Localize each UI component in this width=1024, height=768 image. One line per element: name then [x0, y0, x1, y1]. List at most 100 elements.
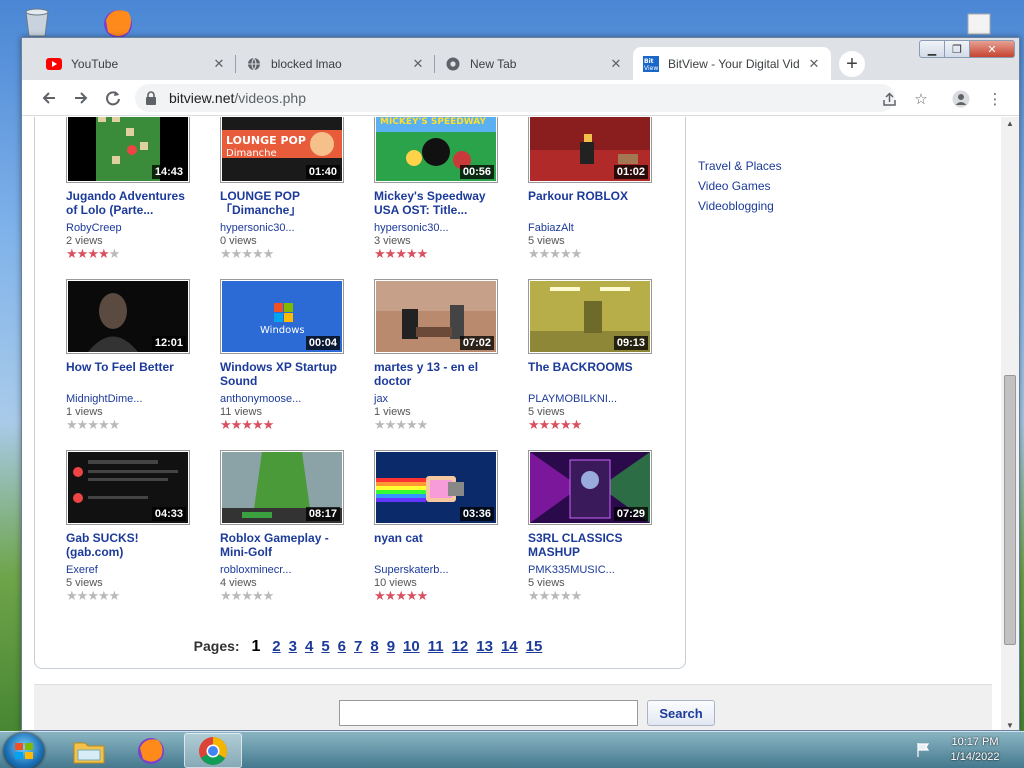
video-uploader-link[interactable]: MidnightDime... [66, 393, 196, 405]
video-title-link[interactable]: Gab SUCKS! (gab.com) [66, 531, 196, 561]
page-link[interactable]: 2 [272, 638, 280, 655]
page-link[interactable]: 5 [321, 638, 329, 655]
taskbar-explorer[interactable] [60, 733, 118, 768]
page-link[interactable]: 9 [387, 638, 395, 655]
taskbar-clock[interactable]: 10:17 PM 1/14/2022 [940, 735, 1010, 765]
minimize-button[interactable]: ▁ [919, 40, 945, 58]
rating-star-icon: ★ [528, 246, 540, 261]
video-thumbnail[interactable]: 03:36 [374, 450, 498, 525]
profile-avatar-icon[interactable] [952, 90, 970, 108]
video-uploader-link[interactable]: hypersonic30... [220, 222, 350, 234]
close-tab-icon[interactable]: ✕ [411, 56, 425, 72]
address-bar[interactable]: bitview.net/videos.php [135, 84, 895, 112]
firefox-desktop-icon[interactable] [98, 6, 138, 40]
share-icon[interactable] [880, 90, 898, 108]
video-thumbnail[interactable]: 12:01 [66, 279, 190, 354]
video-uploader-link[interactable]: anthonymoose... [220, 393, 350, 405]
video-title-link[interactable]: Parkour ROBLOX [528, 189, 658, 219]
action-center-flag-icon[interactable] [915, 742, 931, 758]
page-link[interactable]: 12 [452, 638, 469, 655]
video-uploader-link[interactable]: PLAYMOBILKNI... [528, 393, 658, 405]
video-title-link[interactable]: nyan cat [374, 531, 504, 561]
search-button[interactable]: Search [647, 700, 715, 726]
video-uploader-link[interactable]: RobyCreep [66, 222, 196, 234]
video-thumbnail[interactable]: 09:13 [528, 279, 652, 354]
svg-text:LOUNGE POP: LOUNGE POP [226, 134, 306, 147]
scroll-down-icon[interactable]: ▼ [1006, 721, 1014, 730]
menu-kebab-icon[interactable]: ⋮ [986, 90, 1004, 108]
video-duration: 14:43 [151, 165, 186, 179]
svg-text:MICKEY'S SPEEDWAY: MICKEY'S SPEEDWAY [380, 117, 486, 127]
taskbar-chrome[interactable] [184, 733, 242, 768]
page-link[interactable]: 13 [476, 638, 493, 655]
video-thumbnail[interactable]: 01:02 [528, 117, 652, 183]
page-link[interactable]: 8 [370, 638, 378, 655]
page-link[interactable]: 10 [403, 638, 420, 655]
page-link[interactable]: 4 [305, 638, 313, 655]
close-tab-icon[interactable]: ✕ [212, 56, 226, 72]
page-link[interactable]: 7 [354, 638, 362, 655]
close-tab-icon[interactable]: ✕ [609, 56, 623, 72]
video-title-link[interactable]: How To Feel Better [66, 360, 196, 390]
video-uploader-link[interactable]: Exeref [66, 564, 196, 576]
rating-star-icon: ★ [405, 246, 418, 261]
video-thumbnail[interactable]: 14:43 [66, 117, 190, 183]
video-rating: ★★★★★ [374, 589, 504, 603]
video-title-link[interactable]: Roblox Gameplay - Mini-Golf [220, 531, 350, 561]
video-title-link[interactable]: martes y 13 - en el doctor [374, 360, 504, 390]
video-uploader-link[interactable]: FabiazAlt [528, 222, 658, 234]
video-uploader-link[interactable]: PMK335MUSIC... [528, 564, 658, 576]
start-button[interactable] [4, 733, 44, 768]
scrollbar-thumb[interactable] [1004, 375, 1016, 645]
recycle-bin-icon[interactable] [20, 8, 54, 38]
page-link[interactable]: 11 [428, 638, 444, 655]
tab-blocked[interactable]: blocked lmao ✕ [236, 47, 435, 80]
tab-bitview[interactable]: Bit View BitView - Your Digital Vid ✕ [633, 47, 831, 80]
video-rating: ★★★★★ [374, 247, 504, 261]
forward-button[interactable] [70, 87, 92, 109]
video-rating: ★★★★★ [528, 418, 658, 432]
video-uploader-link[interactable]: Superskaterb... [374, 564, 504, 576]
close-window-button[interactable]: ✕ [969, 40, 1015, 58]
bookmark-star-icon[interactable]: ☆ [912, 90, 930, 108]
video-uploader-link[interactable]: jax [374, 393, 504, 405]
maximize-button[interactable]: ❐ [944, 40, 970, 58]
video-thumbnail[interactable]: LOUNGE POP Dimanche 01:40 [220, 117, 344, 183]
video-title-link[interactable]: Windows XP Startup Sound [220, 360, 350, 390]
tab-youtube[interactable]: YouTube ✕ [36, 47, 236, 80]
video-title-link[interactable]: The BACKROOMS [528, 360, 658, 390]
vertical-scrollbar[interactable]: ▲ ▼ [1001, 117, 1019, 730]
close-tab-icon[interactable]: ✕ [807, 56, 821, 72]
back-button[interactable] [38, 87, 60, 109]
video-uploader-link[interactable]: robloxminecr... [220, 564, 350, 576]
video-uploader-link[interactable]: hypersonic30... [374, 222, 504, 234]
video-thumbnail[interactable]: 08:17 [220, 450, 344, 525]
video-thumbnail[interactable]: 07:29 [528, 450, 652, 525]
video-item: 03:36 nyan cat Superskaterb... 10 views ★★★★… [374, 450, 504, 603]
tab-new-tab[interactable]: New Tab ✕ [435, 47, 633, 80]
lock-icon[interactable] [145, 91, 157, 105]
video-thumbnail[interactable]: 07:02 [374, 279, 498, 354]
scroll-up-icon[interactable]: ▲ [1006, 119, 1014, 128]
page-link[interactable]: 14 [501, 638, 518, 655]
video-title-link[interactable]: S3RL CLASSICS MASHUP [528, 531, 658, 561]
page-link[interactable]: 15 [526, 638, 543, 655]
page-link[interactable]: 3 [289, 638, 297, 655]
new-tab-button[interactable]: + [839, 51, 865, 77]
rating-star-icon: ★ [374, 417, 386, 432]
reload-button[interactable] [102, 87, 124, 109]
video-thumbnail[interactable]: 04:33 [66, 450, 190, 525]
file-desktop-icon[interactable] [964, 12, 994, 36]
taskbar-firefox[interactable] [122, 733, 180, 768]
category-link-travel[interactable]: Travel & Places [698, 159, 782, 173]
category-link-video-games[interactable]: Video Games [698, 179, 782, 193]
video-title-link[interactable]: Mickey's Speedway USA OST: Title... [374, 189, 504, 219]
video-thumbnail[interactable]: MICKEY'S SPEEDWAY 00:56 [374, 117, 498, 183]
video-title-link[interactable]: Jugando Adventures of Lolo (Parte... [66, 189, 196, 219]
video-thumbnail[interactable]: Windows 00:04 [220, 279, 344, 354]
video-title-link[interactable]: LOUNGE POP 「Dimanche」 [220, 189, 350, 219]
category-link-videoblogging[interactable]: Videoblogging [698, 199, 782, 213]
rating-star-icon: ★ [395, 417, 407, 432]
search-input[interactable] [339, 700, 638, 726]
page-link[interactable]: 6 [338, 638, 346, 655]
